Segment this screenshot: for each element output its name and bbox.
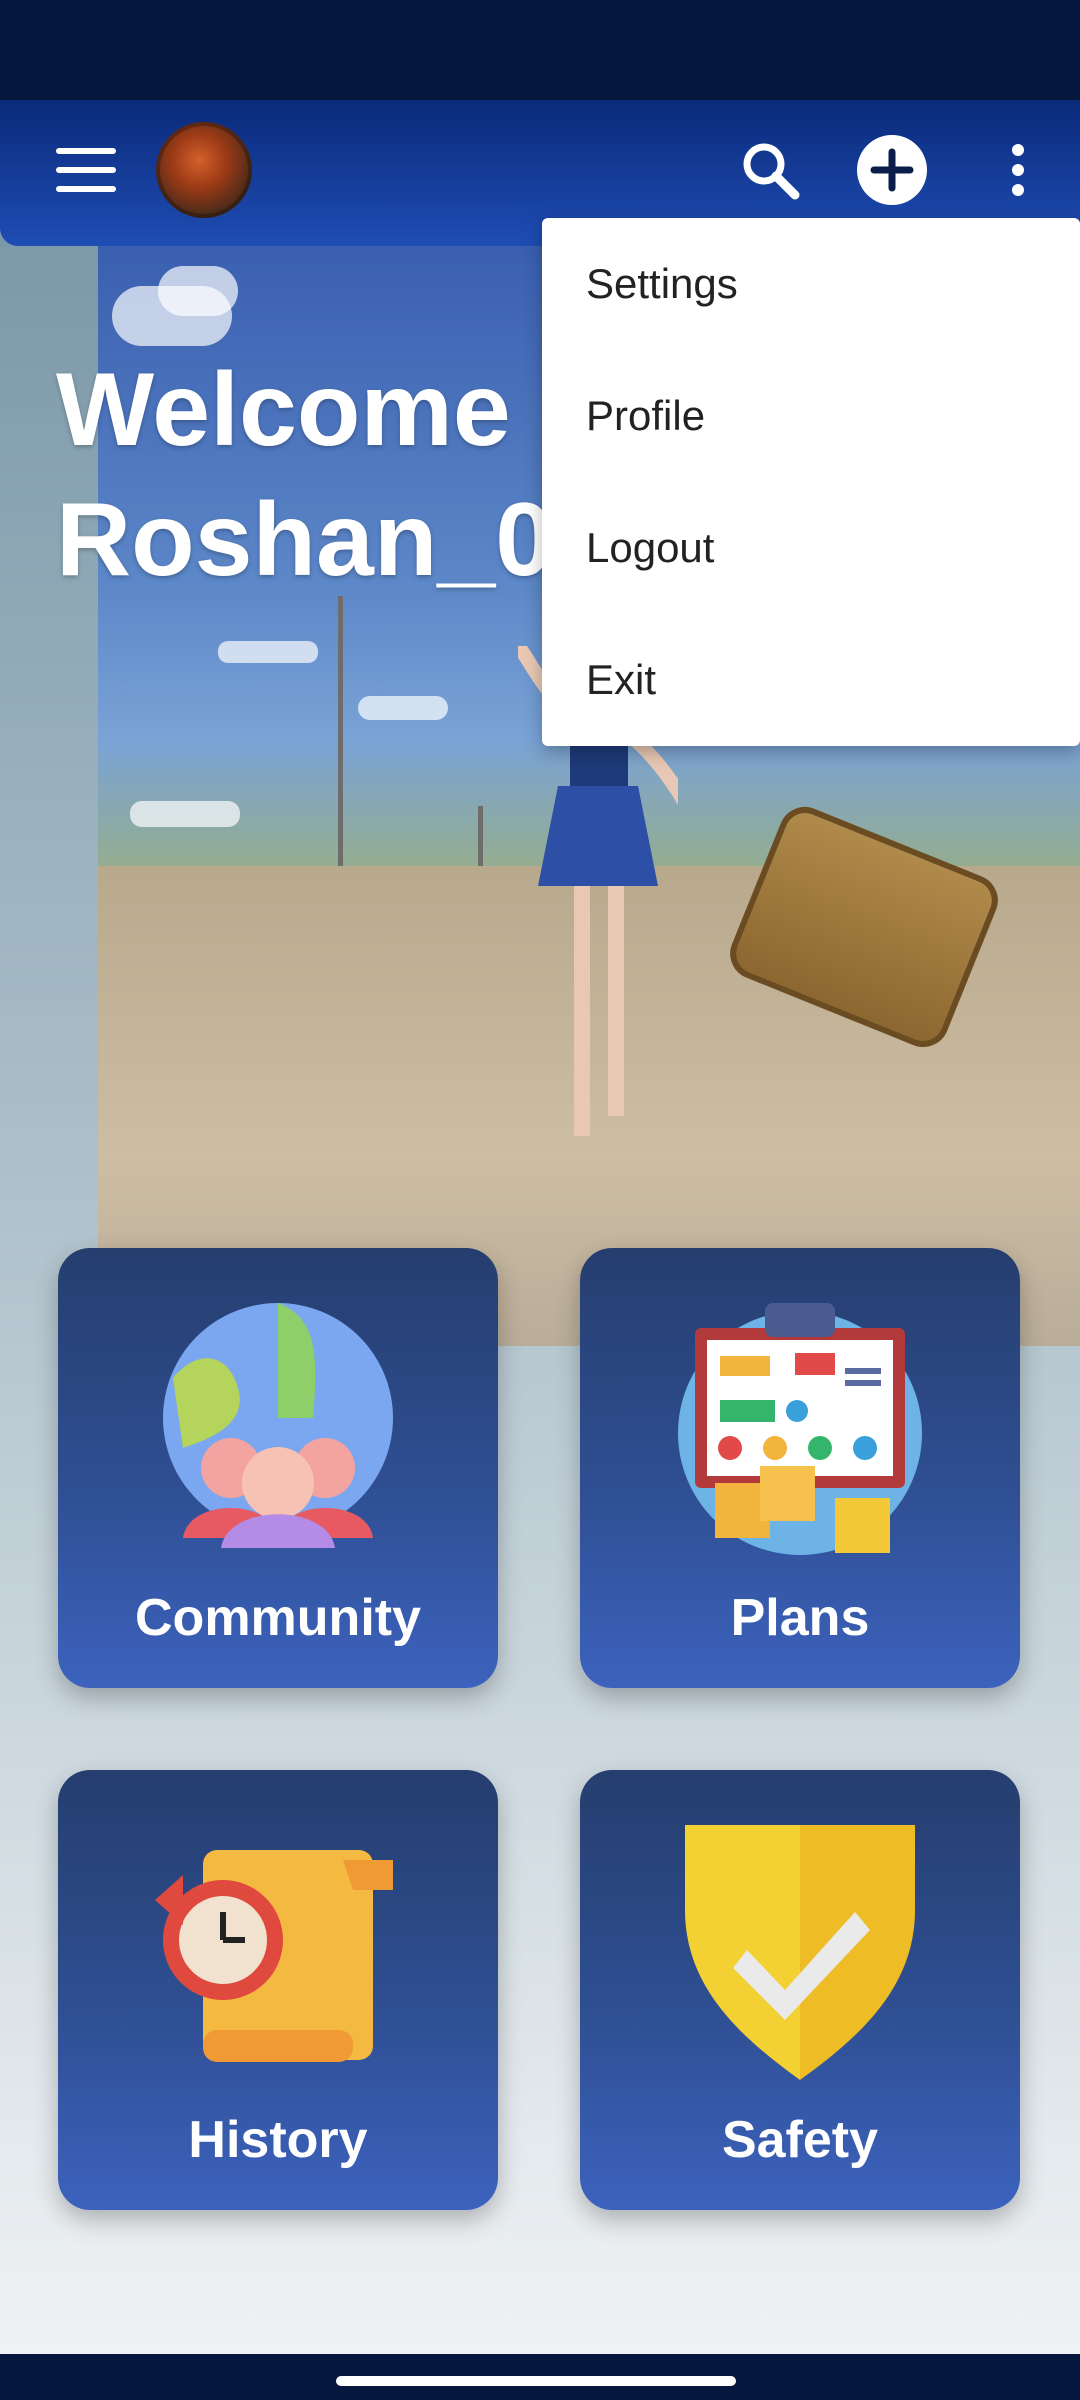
tile-safety[interactable]: Safety [580, 1770, 1020, 2210]
tile-history-label: History [188, 2111, 368, 2169]
welcome-username: Roshan_0 [56, 482, 554, 598]
add-circle-icon[interactable] [856, 134, 928, 206]
globe-people-icon [163, 1303, 393, 1548]
avatar[interactable] [156, 122, 252, 218]
menu-item-profile[interactable]: Profile [542, 350, 1080, 482]
menu-item-exit[interactable]: Exit [542, 614, 1080, 746]
system-navigation-bar [0, 2354, 1080, 2400]
tile-history[interactable]: History [58, 1770, 498, 2210]
welcome-text: Welcome Roshan_0 [56, 345, 553, 605]
menu-item-logout[interactable]: Logout [542, 482, 1080, 614]
menu-item-settings[interactable]: Settings [542, 218, 1080, 350]
home-gesture-handle[interactable] [336, 2376, 736, 2386]
tile-safety-label: Safety [721, 2111, 879, 2169]
planning-board-icon [678, 1303, 922, 1555]
tile-community[interactable]: Community [58, 1248, 498, 1688]
tile-plans[interactable]: Plans [580, 1248, 1020, 1688]
hamburger-icon[interactable] [56, 148, 116, 192]
more-vertical-icon[interactable] [1000, 140, 1036, 200]
search-icon[interactable] [740, 140, 800, 200]
tile-community-label: Community [135, 1589, 421, 1647]
welcome-line-1: Welcome [56, 352, 511, 468]
tile-plans-label: Plans [730, 1589, 870, 1647]
shield-check-icon [685, 1825, 915, 2080]
overflow-menu: Settings Profile Logout Exit [542, 218, 1080, 746]
history-scroll-clock-icon [155, 1850, 393, 2062]
